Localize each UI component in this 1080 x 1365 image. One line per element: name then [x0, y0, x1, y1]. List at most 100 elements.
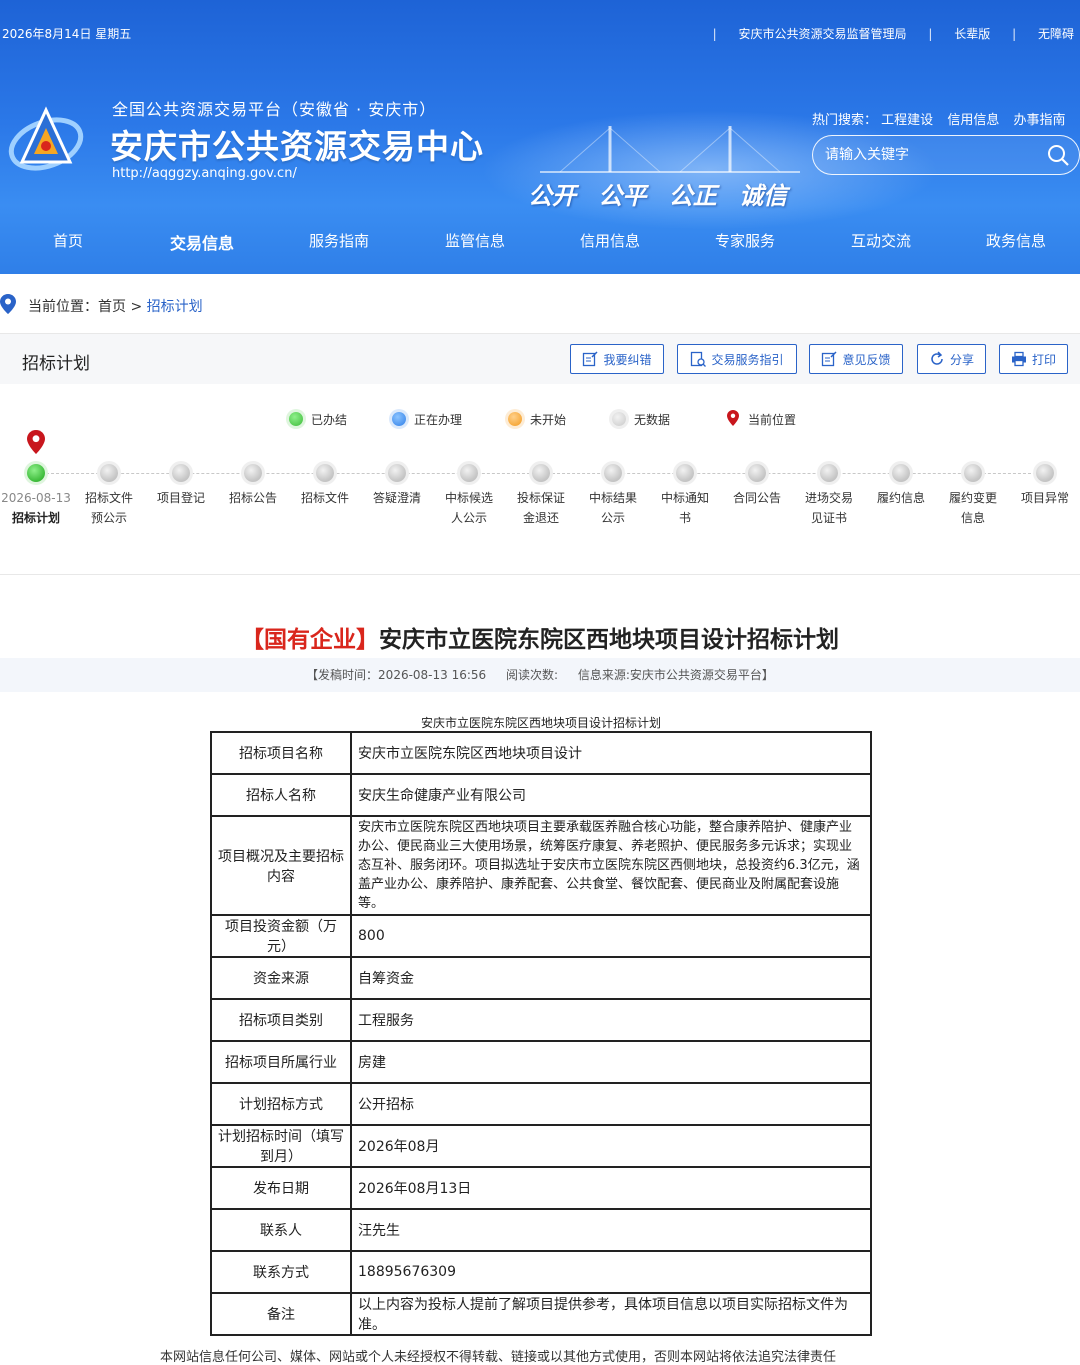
slogan-word: 公平: [598, 182, 647, 210]
hot-search-label: 热门搜索：: [812, 113, 878, 128]
site-logo-icon[interactable]: [6, 100, 94, 180]
hot-term-engineering[interactable]: 工程建设: [881, 113, 933, 128]
step-label-group: 2026-08-13 招标计划: [0, 488, 72, 528]
nav-credit[interactable]: 信用信息: [580, 230, 640, 251]
current-date: 2026年8月14日 星期五: [2, 27, 132, 41]
legend-label: 当前位置: [748, 413, 797, 427]
article-tag: 【国有企业】: [241, 627, 379, 653]
bridge-illustration: [540, 126, 800, 173]
panel-header: 招标计划 我要纠错 交易服务指引 意见反馈 分享 打印: [0, 334, 1080, 384]
site-title[interactable]: 安庆市公共资源交易中心: [110, 120, 484, 168]
breadcrumb-separator: >: [130, 299, 143, 315]
search-icon[interactable]: [1047, 144, 1069, 166]
site-url: http://aqggzy.anqing.gov.cn/: [112, 166, 297, 181]
plan-info-table: 招标项目名称 安庆市立医院东院区西地块项目设计 招标人名称 安庆生命健康产业有限公司项…: [210, 731, 872, 1336]
table-row: 招标项目所属行业 房建: [210, 1040, 872, 1084]
step-status-dot: [532, 464, 550, 482]
field-value: 工程服务: [350, 998, 872, 1042]
site-subtitle: 全国公共资源交易平台（安徽省 · 安庆市）: [112, 100, 437, 119]
slogan-word: 公正: [668, 182, 717, 210]
step-label-group: 进场交易见证书: [793, 488, 865, 528]
step-label-group: 履约信息: [865, 488, 937, 508]
nav-supervision[interactable]: 监管信息: [445, 230, 505, 251]
field-name: 资金来源: [210, 956, 352, 1000]
share-button[interactable]: 分享: [917, 344, 986, 374]
print-button[interactable]: 打印: [999, 344, 1068, 374]
divider: |: [1012, 27, 1017, 41]
field-name: 招标项目类别: [210, 998, 352, 1042]
location-pin-icon: [0, 294, 16, 314]
step-label-group: 招标文件: [289, 488, 361, 508]
feedback-button[interactable]: 意见反馈: [809, 344, 903, 374]
service-guide-button[interactable]: 交易服务指引: [677, 344, 797, 374]
step-date: 2026-08-13: [1, 491, 71, 505]
step-label: 项目异常: [1020, 491, 1069, 505]
field-value: 800: [350, 914, 872, 958]
report-error-label: 我要纠错: [603, 352, 652, 367]
hot-term-credit[interactable]: 信用信息: [947, 113, 999, 128]
step-status-dot: [244, 464, 262, 482]
nav-government[interactable]: 政务信息: [986, 230, 1046, 251]
step-label-group: 履约变更信息: [937, 488, 1009, 528]
share-label: 分享: [949, 352, 974, 367]
field-value: 18895676309: [350, 1250, 872, 1294]
step-label-group: 答疑澄清: [361, 488, 433, 508]
step-label-group: 招标公告: [217, 488, 289, 508]
slogan: 公开 公平 公正 诚信: [528, 176, 801, 211]
step-status-dot: [820, 464, 838, 482]
document-search-icon: [691, 351, 707, 367]
link-supervision-bureau[interactable]: 安庆市公共资源交易监督管理局: [739, 27, 907, 41]
step-status-dot: [748, 464, 766, 482]
edit-icon: [583, 351, 599, 367]
table-row: 计划招标方式 公开招标: [210, 1082, 872, 1126]
slogan-word: 诚信: [739, 182, 788, 210]
table-row: 联系方式 18895676309: [210, 1250, 872, 1294]
step-label: 进场交易见证书: [804, 491, 853, 525]
link-elder-version[interactable]: 长辈版: [954, 27, 990, 41]
field-value: 2026年08月: [350, 1124, 872, 1168]
step-label: 中标通知书: [660, 491, 709, 525]
search-input[interactable]: [825, 144, 1045, 166]
slogan-word: 公开: [528, 182, 576, 210]
step-status-dot: [172, 464, 190, 482]
legend-label: 无数据: [634, 413, 671, 427]
table-row: 备注 以上内容为投标人提前了解项目提供参考，具体项目信息以项目实际招标文件为准。: [210, 1292, 872, 1336]
nav-expert[interactable]: 专家服务: [715, 230, 775, 251]
nav-home[interactable]: 首页: [53, 230, 83, 251]
table-row: 计划招标时间（填写到月） 2026年08月: [210, 1124, 872, 1168]
nav-interaction[interactable]: 互动交流: [851, 230, 911, 251]
legend-dot: [392, 412, 406, 426]
field-name: 招标项目名称: [210, 731, 352, 775]
hot-term-guide[interactable]: 办事指南: [1013, 113, 1065, 128]
table-caption: 安庆市立医院东院区西地块项目设计招标计划: [420, 716, 661, 730]
current-position-icon: [27, 430, 45, 454]
breadcrumb-current[interactable]: 招标计划: [147, 299, 203, 315]
link-accessibility[interactable]: 无障碍: [1038, 27, 1074, 41]
print-icon: [1011, 351, 1026, 367]
step-label: 履约信息: [876, 491, 925, 505]
legend-label: 已办结: [311, 413, 348, 427]
nav-service-guide[interactable]: 服务指南: [309, 230, 369, 251]
step-status-dot: [100, 464, 118, 482]
step-label: 招标文件预公示: [84, 491, 133, 525]
publish-time: 【发稿时间：2026-08-13 16:56: [306, 668, 487, 682]
step-label: 答疑澄清: [372, 491, 421, 505]
article-title: 【国有企业】安庆市立医院东院区西地块项目设计招标计划: [0, 620, 1080, 654]
map-pin-icon: [727, 410, 739, 426]
step-label: 项目登记: [156, 491, 205, 505]
field-name: 招标人名称: [210, 773, 352, 817]
nav-trade-info[interactable]: 交易信息: [170, 230, 234, 254]
panel-title: 招标计划: [22, 354, 90, 374]
step-label: 履约变更信息: [948, 491, 997, 525]
table-row: 招标项目名称 安庆市立医院东院区西地块项目设计: [210, 731, 872, 775]
step-label-group: 项目登记: [145, 488, 217, 508]
report-error-button[interactable]: 我要纠错: [570, 344, 664, 374]
table-row: 招标人名称 安庆生命健康产业有限公司: [210, 773, 872, 817]
table-row: 招标项目类别 工程服务: [210, 998, 872, 1042]
field-value: 自筹资金: [350, 956, 872, 1000]
step-status-dot: [676, 464, 694, 482]
field-name: 备注: [210, 1292, 352, 1336]
breadcrumb-home[interactable]: 首页: [98, 299, 126, 315]
legend-dot: [508, 412, 522, 426]
field-value: 以上内容为投标人提前了解项目提供参考，具体项目信息以项目实际招标文件为准。: [350, 1292, 872, 1336]
